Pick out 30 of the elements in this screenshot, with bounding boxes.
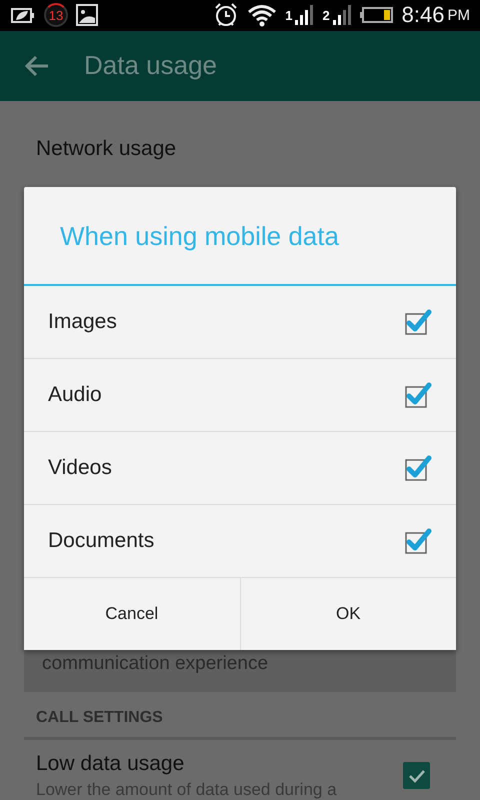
battery-saver-icon [10, 5, 36, 26]
notification-count: 13 [44, 3, 68, 28]
sim-number: 1 [285, 8, 292, 23]
option-label[interactable]: Images [48, 310, 117, 334]
dialog-button[interactable]: OK [240, 578, 456, 650]
checked-checkbox[interactable] [404, 527, 432, 555]
clock-time: 8:46 [402, 2, 444, 28]
checked-checkbox[interactable] [404, 454, 432, 482]
checked-checkbox[interactable] [403, 762, 430, 789]
alarm-clock-icon [213, 2, 240, 28]
back-arrow-icon[interactable] [24, 54, 50, 77]
section-header: CALL SETTINGS [24, 692, 456, 740]
dialog-title: When using mobile data [24, 187, 456, 286]
battery-icon [360, 6, 394, 24]
signal-icon [332, 4, 352, 26]
check-icon [408, 768, 426, 782]
option-label[interactable]: Documents [48, 529, 154, 553]
option-label[interactable]: Audio [48, 383, 102, 407]
sim-number: 2 [322, 8, 330, 23]
checked-checkbox[interactable] [404, 381, 432, 409]
checked-checkbox[interactable] [404, 308, 432, 336]
clock-meridiem: PM [448, 6, 470, 24]
image-icon [76, 4, 98, 26]
setting-title: Network usage [35, 136, 178, 161]
wifi-icon [247, 3, 278, 28]
dialog-button[interactable]: Cancel [24, 578, 240, 650]
option-label[interactable]: Videos [48, 456, 112, 480]
screen-title: Data usage [84, 50, 217, 82]
signal-icon [294, 4, 314, 26]
setting-title: Low data usage [36, 752, 186, 776]
